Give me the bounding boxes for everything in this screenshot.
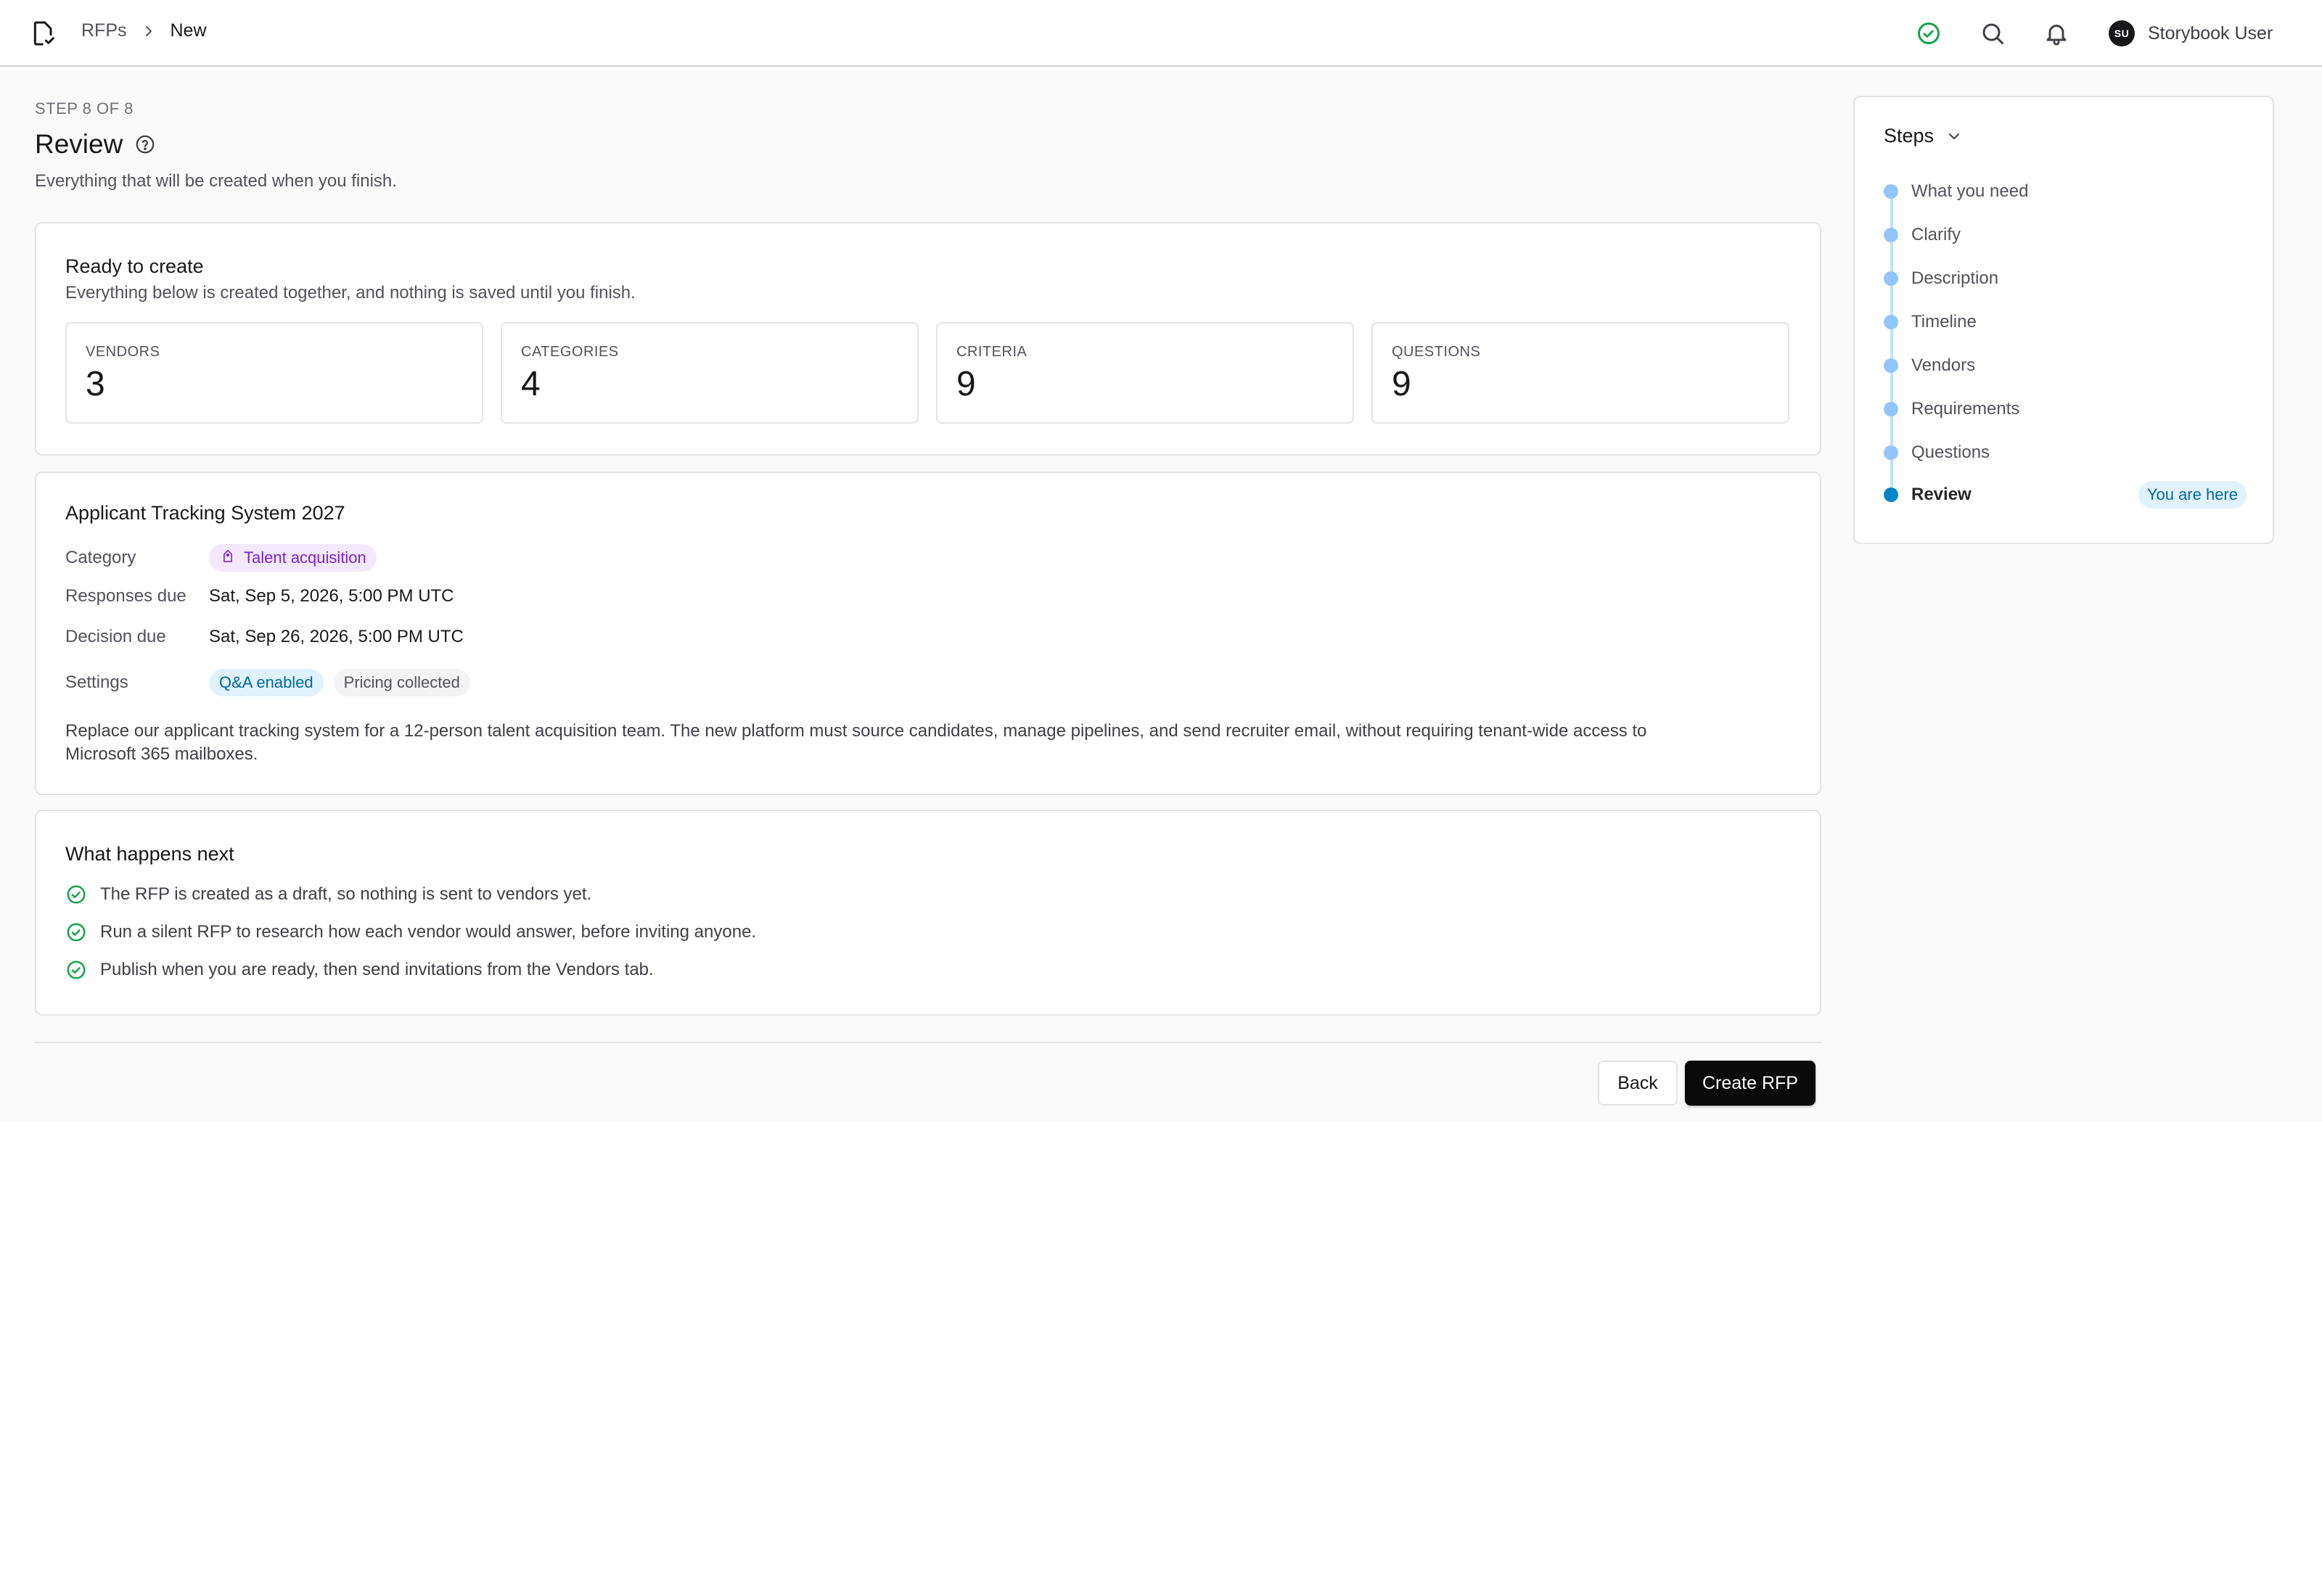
footer-divider [35,1042,1821,1043]
responses-due-value: Sat, Sep 5, 2026, 5:00 PM UTC [209,586,454,606]
page-title: Review [35,129,156,160]
rfp-description-line: Replace our applicant tracking system fo… [65,721,1647,741]
stat-vendors: VENDORS 3 [65,322,483,424]
what-happens-next-card: What happens next The RFP is created as … [35,810,1821,1016]
step-dot [1884,315,1898,329]
stat-label: CRITERIA [956,344,1027,360]
ready-title: Ready to create [65,255,204,277]
check-circle-icon [67,961,86,979]
step-vendors[interactable]: Vendors [1884,351,2247,380]
step-label: Requirements [1911,399,2020,419]
step-dot-active [1884,488,1898,502]
step-requirements[interactable]: Requirements [1884,395,2247,424]
chevron-right-icon [145,25,152,36]
stat-label: CATEGORIES [521,344,619,360]
bell-icon[interactable] [2043,20,2069,46]
rfp-description-line: Microsoft 365 mailboxes. [65,744,258,764]
help-circle-icon[interactable] [134,133,156,155]
status-check-icon[interactable] [1916,20,1942,46]
stat-label: VENDORS [86,344,160,360]
settings-row: Settings Q&A enabled Pricing collected [65,669,480,696]
rfp-title: Applicant Tracking System 2027 [65,502,345,524]
step-dot [1884,445,1898,460]
decision-due-value: Sat, Sep 26, 2026, 5:00 PM UTC [209,627,464,646]
category-row: Category Talent acquisition [65,544,387,572]
stat-categories: CATEGORIES 4 [501,322,919,424]
step-label: What you need [1911,181,2029,201]
check-circle-icon [67,885,86,904]
step-indicator: STEP 8 OF 8 [35,99,134,118]
next-item: Publish when you are ready, then send in… [65,959,654,981]
steps-toggle[interactable]: Steps [1884,125,1963,147]
stat-questions: QUESTIONS 9 [1371,322,1789,424]
stat-value: 9 [1392,365,1411,403]
responses-due-label: Responses due [65,586,186,606]
ready-to-create-card: Ready to create Everything below is crea… [35,222,1821,456]
step-dot [1884,402,1898,416]
step-description[interactable]: Description [1884,264,2247,293]
step-clarify[interactable]: Clarify [1884,221,2247,250]
next-item-text: The RFP is created as a draft, so nothin… [100,884,592,904]
category-label: Category [65,548,136,567]
decision-due-row: Decision due Sat, Sep 26, 2026, 5:00 PM … [65,627,464,647]
next-item-text: Publish when you are ready, then send in… [100,960,654,979]
step-label: Vendors [1911,355,1976,375]
step-label: Questions [1911,443,1990,462]
settings-label: Settings [65,672,128,692]
stat-value: 4 [521,365,541,403]
step-questions[interactable]: Questions [1884,438,2247,467]
ready-subtitle: Everything below is created together, an… [65,283,636,303]
user-menu[interactable]: SU Storybook User [2109,20,2273,46]
step-dot [1884,228,1898,242]
tag-icon [223,550,232,562]
next-title: What happens next [65,843,234,865]
stat-criteria: CRITERIA 9 [936,322,1354,424]
user-name: Storybook User [2148,22,2273,44]
qa-enabled-badge: Q&A enabled [209,669,324,696]
step-what-you-need[interactable]: What you need [1884,177,2247,206]
next-item-text: Run a silent RFP to research how each ve… [100,922,757,942]
next-item: Run a silent RFP to research how each ve… [65,921,756,943]
breadcrumb: RFPs New [81,20,207,41]
top-bar: RFPs New SU Storybook User [0,0,2322,67]
pricing-collected-badge: Pricing collected [333,669,470,696]
breadcrumb-rfps-link[interactable]: RFPs [81,20,127,41]
page-subtitle: Everything that will be created when you… [35,171,397,191]
create-rfp-button[interactable]: Create RFP [1685,1061,1816,1106]
responses-due-row: Responses due Sat, Sep 5, 2026, 5:00 PM … [65,586,454,606]
avatar: SU [2109,20,2135,46]
chevron-down-icon [1949,133,1960,139]
stat-label: QUESTIONS [1392,344,1481,360]
stat-value: 9 [956,365,976,403]
category-chip: Talent acquisition [209,544,377,572]
rfp-details-card: Applicant Tracking System 2027 Category … [35,472,1821,795]
steps-panel: Steps What you need Clarify Description … [1853,96,2274,544]
breadcrumb-current: New [170,20,207,41]
stat-value: 3 [86,365,105,403]
step-label: Timeline [1911,312,1977,332]
step-dot [1884,184,1898,199]
step-review[interactable]: Review You are here [1884,480,2247,509]
step-label: Review [1911,485,1972,504]
step-label: Clarify [1911,225,1961,244]
step-dot [1884,358,1898,373]
category-chip-label: Talent acquisition [244,548,366,567]
document-check-icon[interactable] [29,19,58,48]
step-timeline[interactable]: Timeline [1884,308,2247,337]
current-step-badge: You are here [2138,481,2247,509]
next-item: The RFP is created as a draft, so nothin… [65,884,591,905]
steps-title: Steps [1884,125,1935,147]
decision-due-label: Decision due [65,627,166,646]
search-icon[interactable] [1980,20,2006,46]
step-label: Description [1911,268,1999,288]
step-dot [1884,271,1898,286]
back-button[interactable]: Back [1598,1061,1678,1106]
rfp-description: Replace our applicant tracking system fo… [65,720,1646,766]
page-title-text: Review [35,129,123,159]
check-circle-icon [67,923,86,942]
